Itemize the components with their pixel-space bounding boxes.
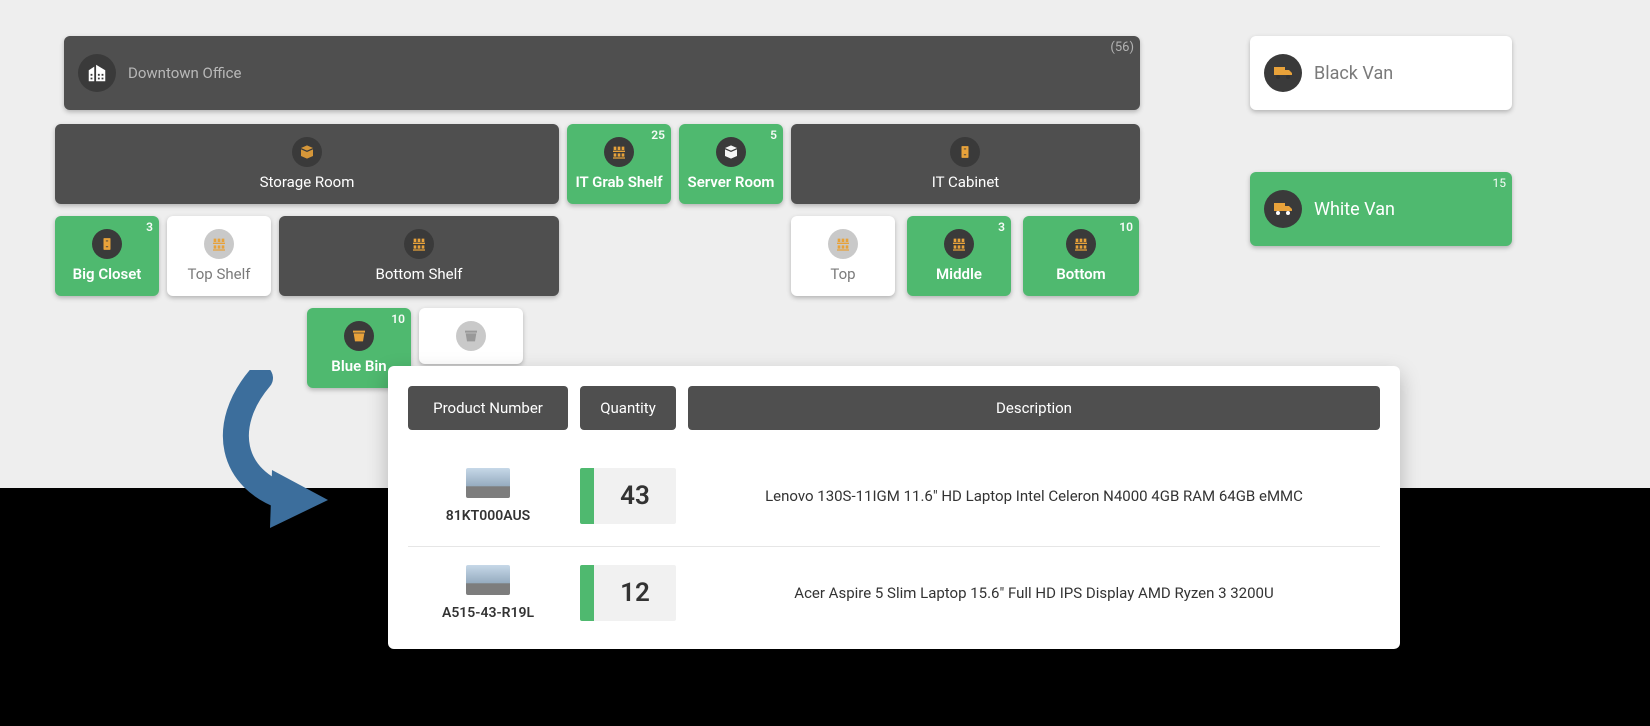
location-label: Server Room [688,173,775,191]
cabinet-icon [92,229,122,259]
bin-icon [456,321,486,351]
location-label: Storage Room [260,173,355,191]
cell-description: Lenovo 130S-11IGM 11.6" HD Laptop Intel … [688,468,1380,524]
shelf-icon [1066,229,1096,259]
table-header-row: Product Number Quantity Description [408,386,1380,430]
quantity-value: 43 [594,468,676,524]
column-header-quantity[interactable]: Quantity [580,386,676,430]
location-count: 3 [146,220,153,234]
quantity-status-bar [580,468,594,524]
location-label: Top [830,265,855,283]
location-it-grab-shelf[interactable]: IT Grab Shelf 25 [567,124,671,204]
location-bottom-shelf[interactable]: Bottom Shelf [279,216,559,296]
location-top[interactable]: Top [791,216,895,296]
location-server-room[interactable]: Server Room 5 [679,124,783,204]
location-label: Big Closet [73,265,142,283]
shelf-icon [944,229,974,259]
cell-quantity: 43 [580,468,676,524]
cabinet-icon [950,137,980,167]
location-storage-room[interactable]: Storage Room [55,124,559,204]
product-table-panel: Product Number Quantity Description 81KT… [388,366,1400,649]
product-number-text: A515-43-R19L [442,605,534,621]
cell-quantity: 12 [580,565,676,621]
location-middle[interactable]: Middle 3 [907,216,1011,296]
location-count: 25 [651,128,665,142]
location-top-shelf[interactable]: Top Shelf [167,216,271,296]
product-thumbnail-icon [466,565,510,595]
vehicle-label: White Van [1314,199,1395,220]
location-downtown-office[interactable]: Downtown Office (56) [64,36,1140,110]
shelf-icon [204,229,234,259]
table-row[interactable]: A515-43-R19L 12 Acer Aspire 5 Slim Lapto… [408,547,1380,629]
shelf-icon [828,229,858,259]
location-count: 5 [770,128,777,142]
location-label: Middle [936,265,982,283]
product-number-text: 81KT000AUS [446,508,530,524]
box-open-icon [292,137,322,167]
location-bottom[interactable]: Bottom 10 [1023,216,1139,296]
location-it-cabinet[interactable]: IT Cabinet [791,124,1140,204]
table-row[interactable]: 81KT000AUS 43 Lenovo 130S-11IGM 11.6" HD… [408,450,1380,547]
shelf-icon [404,229,434,259]
location-label: Bottom [1056,265,1105,283]
cell-description: Acer Aspire 5 Slim Laptop 15.6" Full HD … [688,565,1380,621]
location-label: Bottom Shelf [376,265,463,283]
location-count: 10 [391,312,405,326]
building-icon [78,54,116,92]
location-count: 10 [1119,220,1133,234]
vehicle-white-van[interactable]: White Van 15 [1250,172,1512,246]
column-header-product-number[interactable]: Product Number [408,386,568,430]
vehicle-black-van[interactable]: Black Van [1250,36,1512,110]
location-empty-bin[interactable] [419,308,523,364]
shelf-icon [604,137,634,167]
location-big-closet[interactable]: Big Closet 3 [55,216,159,296]
cell-product-number: A515-43-R19L [408,565,568,621]
quantity-value: 12 [594,565,676,621]
truck-icon [1264,54,1302,92]
vehicle-label: Black Van [1314,63,1393,84]
vehicle-count: 15 [1493,176,1507,190]
location-label: Top Shelf [188,265,251,283]
quantity-status-bar [580,565,594,621]
bin-icon [344,321,374,351]
cell-product-number: 81KT000AUS [408,468,568,524]
pointer-arrow-icon [210,370,350,530]
product-thumbnail-icon [466,468,510,498]
box-open-icon [716,137,746,167]
truck-icon [1264,190,1302,228]
location-count: (56) [1110,40,1134,55]
location-label: IT Grab Shelf [575,173,662,191]
location-count: 3 [998,220,1005,234]
location-label: IT Cabinet [932,173,999,191]
column-header-description[interactable]: Description [688,386,1380,430]
location-title: Downtown Office [128,64,241,82]
